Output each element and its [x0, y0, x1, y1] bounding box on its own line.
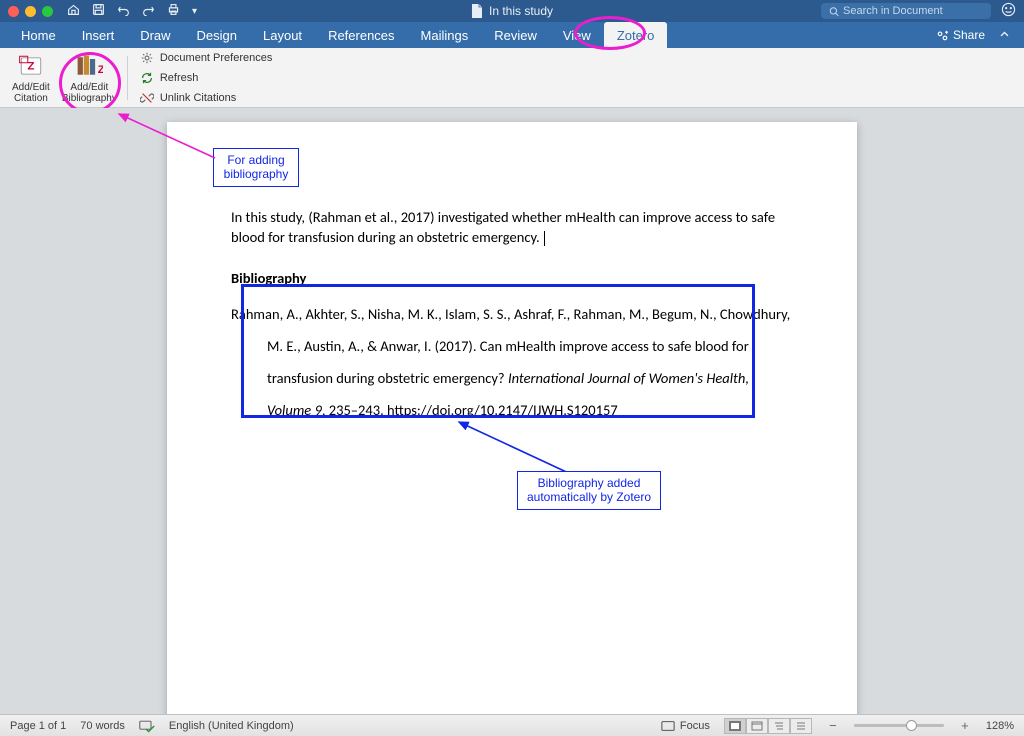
zoom-window[interactable] [42, 6, 53, 17]
search-input[interactable] [843, 5, 983, 17]
tab-design[interactable]: Design [184, 22, 250, 48]
tab-review[interactable]: Review [481, 22, 550, 48]
print-layout-view[interactable] [724, 718, 746, 734]
refresh-icon [140, 71, 154, 85]
annotation-label-for-adding: For addingbibliography [213, 148, 299, 187]
bibliography-entry[interactable]: Rahman, A., Akhter, S., Nisha, M. K., Is… [231, 299, 793, 427]
minimize-window[interactable] [25, 6, 36, 17]
page-indicator[interactable]: Page 1 of 1 [10, 720, 66, 732]
citation-icon: Z [17, 52, 45, 80]
document-title: In this study [471, 4, 553, 18]
bibliography-icon: Z [75, 52, 103, 80]
tab-insert[interactable]: Insert [69, 22, 128, 48]
ribbon-tabs: Home Insert Draw Design Layout Reference… [0, 22, 1024, 48]
svg-text:Z: Z [27, 60, 34, 72]
zoom-slider[interactable] [854, 724, 944, 727]
titlebar: ▾ In this study [0, 0, 1024, 22]
view-mode-buttons [724, 718, 812, 734]
customize-qat-icon[interactable]: ▾ [192, 6, 197, 17]
redo-icon[interactable] [142, 3, 155, 19]
collapse-ribbon-icon[interactable] [999, 28, 1010, 43]
tab-draw[interactable]: Draw [127, 22, 183, 48]
share-icon [936, 29, 949, 42]
document-title-text: In this study [489, 4, 553, 18]
search-icon [829, 6, 839, 17]
share-button[interactable]: Share [936, 28, 985, 42]
tab-references[interactable]: References [315, 22, 407, 48]
status-bar: Page 1 of 1 70 words English (United Kin… [0, 714, 1024, 736]
text-cursor [544, 231, 545, 246]
document-preferences-button[interactable]: Document Preferences [136, 50, 277, 66]
focus-icon [661, 720, 675, 732]
outline-view[interactable] [768, 718, 790, 734]
unlink-icon [140, 91, 154, 105]
bibliography-heading[interactable]: Bibliography [231, 269, 793, 287]
ribbon-small-actions: Document Preferences Refresh Unlink Cita… [132, 50, 277, 106]
tab-layout[interactable]: Layout [250, 22, 315, 48]
zoom-thumb[interactable] [906, 720, 917, 731]
zoom-level[interactable]: 128% [986, 720, 1014, 732]
window-controls [8, 6, 53, 17]
zoom-in[interactable]: + [958, 719, 972, 733]
ribbon-toolbar: Z Add/EditCitation Z Add/EditBibliograph… [0, 48, 1024, 108]
save-icon[interactable] [92, 3, 105, 19]
smiley-feedback-icon[interactable] [1001, 2, 1016, 20]
undo-icon[interactable] [117, 3, 130, 19]
tab-home[interactable]: Home [8, 22, 69, 48]
svg-text:Z: Z [98, 64, 103, 76]
ribbon-divider [127, 56, 128, 100]
gear-icon [140, 51, 154, 65]
add-edit-bibliography-button[interactable]: Z Add/EditBibliography [56, 50, 123, 105]
web-layout-view[interactable] [746, 718, 768, 734]
unlink-citations-button[interactable]: Unlink Citations [136, 90, 277, 106]
spellcheck-icon[interactable] [139, 719, 155, 733]
document-workspace: In this study, (Rahman et al., 2017) inv… [0, 108, 1024, 714]
add-edit-citation-button[interactable]: Z Add/EditCitation [6, 50, 56, 105]
close-window[interactable] [8, 6, 19, 17]
body-paragraph[interactable]: In this study, (Rahman et al., 2017) inv… [231, 208, 793, 247]
annotation-label-bib-added: Bibliography addedautomatically by Zoter… [517, 471, 661, 510]
document-icon [471, 4, 483, 18]
quick-access-toolbar: ▾ [67, 3, 197, 19]
print-icon[interactable] [167, 3, 180, 19]
home-icon[interactable] [67, 3, 80, 19]
word-count[interactable]: 70 words [80, 720, 125, 732]
refresh-button[interactable]: Refresh [136, 70, 277, 86]
search-in-document[interactable] [821, 3, 991, 19]
language-indicator[interactable]: English (United Kingdom) [169, 720, 294, 732]
focus-mode[interactable]: Focus [661, 720, 710, 732]
tab-mailings[interactable]: Mailings [408, 22, 482, 48]
document-page[interactable]: In this study, (Rahman et al., 2017) inv… [167, 122, 857, 714]
draft-view[interactable] [790, 718, 812, 734]
tab-view[interactable]: View [550, 22, 604, 48]
zoom-out[interactable]: − [826, 719, 840, 733]
tab-zotero[interactable]: Zotero [604, 22, 668, 48]
